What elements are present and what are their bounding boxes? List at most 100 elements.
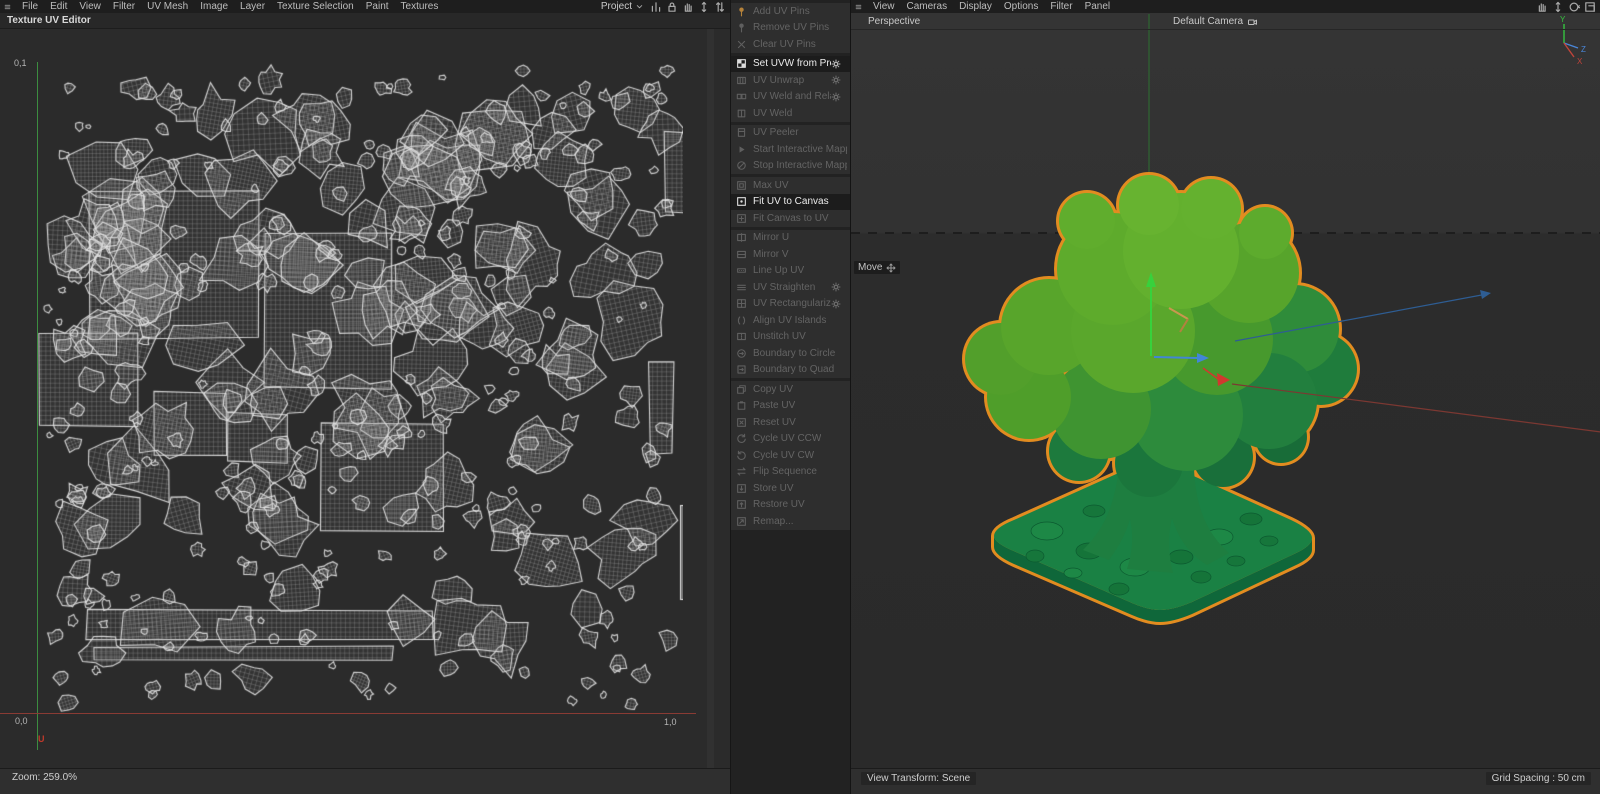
uv-cmd-mirror-v[interactable]: Mirror V bbox=[731, 246, 850, 263]
camera-label[interactable]: Default Camera bbox=[1173, 16, 1258, 27]
uv-cmd-flip-sequence[interactable]: Flip Sequence bbox=[731, 464, 850, 481]
u-axis-label: U bbox=[38, 734, 45, 744]
paste-icon bbox=[736, 400, 747, 411]
uv-wireframe-canvas[interactable] bbox=[37, 62, 683, 713]
grid-spacing-indicator: Grid Spacing : 50 cm bbox=[1486, 772, 1591, 785]
dolly-icon[interactable] bbox=[698, 1, 710, 13]
uv-cmd-align-uv-islands[interactable]: Align UV Islands bbox=[731, 312, 850, 329]
uv-cmd-boundary-to-circle[interactable]: Boundary to Circle bbox=[731, 345, 850, 362]
menu-options[interactable]: Options bbox=[998, 1, 1044, 12]
uv-cmd-fit-uv-to-canvas[interactable]: Fit UV to Canvas bbox=[731, 194, 850, 211]
uv-scrollbar-track[interactable] bbox=[707, 29, 714, 768]
menu-view[interactable]: View bbox=[73, 1, 107, 12]
mirror-v-icon bbox=[736, 249, 747, 260]
uv-cmd-uv-straighten[interactable]: UV Straighten bbox=[731, 279, 850, 296]
uv-editor-tab-title[interactable]: Texture UV Editor bbox=[7, 15, 91, 26]
histogram-icon[interactable] bbox=[650, 1, 662, 13]
axis-z-label: Z bbox=[1581, 45, 1586, 54]
hamburger-icon[interactable] bbox=[0, 2, 16, 12]
menu-cameras[interactable]: Cameras bbox=[901, 1, 954, 12]
menu-textures[interactable]: Textures bbox=[395, 1, 445, 12]
uv-cmd-fit-canvas-to-uv[interactable]: Fit Canvas to UV bbox=[731, 210, 850, 227]
uv-cmd-max-uv[interactable]: Max UV bbox=[731, 177, 850, 194]
uv-cmd-restore-uv[interactable]: Restore UV bbox=[731, 497, 850, 514]
uv-cmd-cycle-uv-ccw[interactable]: Cycle UV CCW bbox=[731, 431, 850, 448]
hamburger-icon[interactable] bbox=[851, 2, 867, 12]
menu-filter[interactable]: Filter bbox=[107, 1, 141, 12]
uv-canvas-area[interactable]: 0,1 0,0 1,0 U bbox=[0, 29, 730, 768]
uv-cmd-clear-uv-pins[interactable]: Clear UV Pins bbox=[731, 36, 850, 53]
axis-indicator: YZX bbox=[1560, 15, 1586, 66]
uv-cmd-store-uv[interactable]: Store UV bbox=[731, 480, 850, 497]
uv-cmd-stop-interactive-mapping[interactable]: Stop Interactive Mapping bbox=[731, 158, 850, 175]
maximize-icon[interactable] bbox=[1584, 1, 1596, 13]
menu-file[interactable]: File bbox=[16, 1, 44, 12]
viewport-canvas[interactable]: YZX Perspective Default Camera Move bbox=[851, 13, 1600, 768]
gear-icon[interactable] bbox=[831, 282, 841, 292]
pan-icon[interactable] bbox=[682, 1, 694, 13]
uv-cmd-label: Fit UV to Canvas bbox=[753, 196, 829, 207]
uv-cmd-start-interactive-mapping[interactable]: Start Interactive Mapping bbox=[731, 141, 850, 158]
uv-cmd-label: Add UV Pins bbox=[753, 6, 810, 17]
uv-cmd-mirror-u[interactable]: Mirror U bbox=[731, 230, 850, 247]
uv-command-group: UV Peeler Start Interactive Mapping Stop I… bbox=[731, 125, 850, 175]
uv-cmd-label: Start Interactive Mapping bbox=[753, 144, 847, 155]
uv-cmd-remap[interactable]: Remap... bbox=[731, 513, 850, 530]
uv-cmd-remove-uv-pins[interactable]: Remove UV Pins bbox=[731, 20, 850, 37]
uv-corner-label-10: 1,0 bbox=[664, 717, 677, 727]
viewport-3d-scene[interactable]: YZX bbox=[851, 13, 1600, 768]
uv-cmd-label: Store UV bbox=[753, 483, 794, 494]
uv-cmd-uv-weld-and-relax[interactable]: UV Weld and Relax bbox=[731, 89, 850, 106]
uv-cmd-uv-weld[interactable]: UV Weld bbox=[731, 105, 850, 122]
uv-cmd-copy-uv[interactable]: Copy UV bbox=[731, 381, 850, 398]
orbit-icon[interactable] bbox=[1568, 1, 1580, 13]
menu-image[interactable]: Image bbox=[194, 1, 234, 12]
gear-icon[interactable] bbox=[831, 75, 841, 85]
uv-cmd-cycle-uv-cw[interactable]: Cycle UV CW bbox=[731, 447, 850, 464]
remap-icon bbox=[736, 516, 747, 527]
axis-y-label: Y bbox=[1560, 15, 1566, 24]
lock-icon[interactable] bbox=[666, 1, 678, 13]
uv-cmd-set-uvw-from-projection[interactable]: Set UVW from Projection bbox=[731, 56, 850, 73]
uv-cmd-label: Max UV bbox=[753, 180, 789, 191]
store-icon bbox=[736, 483, 747, 494]
uv-cmd-label: Restore UV bbox=[753, 499, 805, 510]
uv-cmd-label: Remove UV Pins bbox=[753, 22, 829, 33]
menu-uv-mesh[interactable]: UV Mesh bbox=[141, 1, 194, 12]
view-mode-label[interactable]: Perspective bbox=[868, 16, 920, 27]
menu-panel[interactable]: Panel bbox=[1079, 1, 1117, 12]
pan-icon[interactable] bbox=[1536, 1, 1548, 13]
project-dropdown[interactable]: Project bbox=[599, 1, 646, 12]
dolly-icon[interactable] bbox=[1552, 1, 1564, 13]
uv-cmd-unstitch-uv[interactable]: Unstitch UV bbox=[731, 329, 850, 346]
menu-view[interactable]: View bbox=[867, 1, 901, 12]
menu-display[interactable]: Display bbox=[953, 1, 998, 12]
menu-filter[interactable]: Filter bbox=[1044, 1, 1078, 12]
tree-model[interactable] bbox=[965, 175, 1357, 622]
zoom-level-indicator: Zoom: 259.0% bbox=[10, 772, 79, 783]
viewport-menus: ViewCamerasDisplayOptionsFilterPanel bbox=[867, 1, 1116, 12]
gear-icon[interactable] bbox=[831, 299, 841, 309]
uv-cmd-uv-peeler[interactable]: UV Peeler bbox=[731, 125, 850, 142]
uv-cmd-paste-uv[interactable]: Paste UV bbox=[731, 398, 850, 415]
uv-cmd-uv-rectangularize[interactable]: UV Rectangularize bbox=[731, 296, 850, 313]
boundary-quad-icon bbox=[736, 364, 747, 375]
uv-cmd-add-uv-pins[interactable]: Add UV Pins bbox=[731, 3, 850, 20]
menu-paint[interactable]: Paint bbox=[360, 1, 395, 12]
menu-texture-selection[interactable]: Texture Selection bbox=[271, 1, 360, 12]
gear-icon[interactable] bbox=[831, 59, 841, 69]
swap-icon[interactable] bbox=[714, 1, 726, 13]
uv-cmd-uv-unwrap[interactable]: UV Unwrap bbox=[731, 72, 850, 89]
menu-layer[interactable]: Layer bbox=[234, 1, 271, 12]
menu-edit[interactable]: Edit bbox=[44, 1, 73, 12]
uv-cmd-label: Reset UV bbox=[753, 417, 796, 428]
uv-cmd-label: Mirror U bbox=[753, 232, 789, 243]
uv-cmd-label: Boundary to Circle bbox=[753, 348, 835, 359]
uv-cmd-label: Copy UV bbox=[753, 384, 793, 395]
uv-cmd-reset-uv[interactable]: Reset UV bbox=[731, 414, 850, 431]
gear-icon[interactable] bbox=[831, 92, 841, 102]
uv-cmd-boundary-to-quad[interactable]: Boundary to Quad bbox=[731, 362, 850, 379]
unstitch-icon bbox=[736, 331, 747, 342]
viewport-toolbar bbox=[1536, 1, 1600, 13]
uv-cmd-line-up-uv[interactable]: Line Up UV bbox=[731, 263, 850, 280]
